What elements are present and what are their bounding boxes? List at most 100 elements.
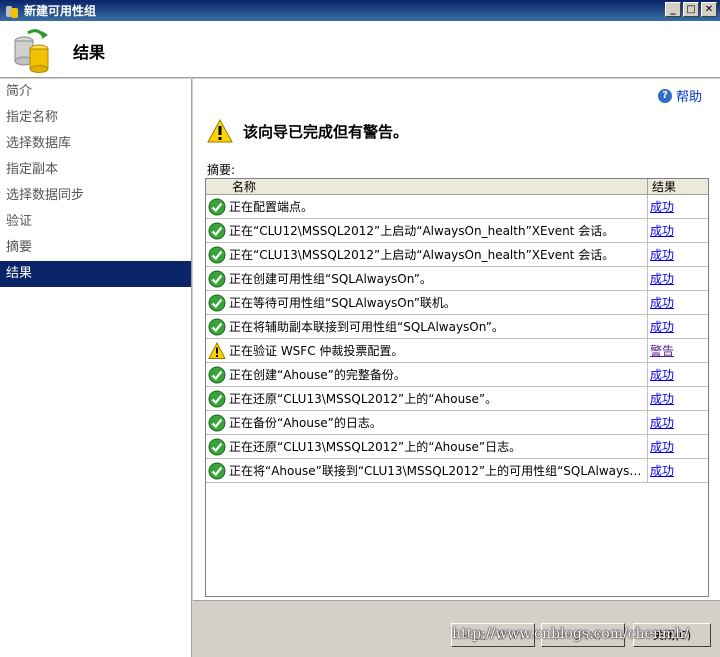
availability-group-icon (6, 5, 18, 18)
summary-label: 摘要: (207, 163, 236, 177)
row-text: 正在将辅助副本联接到可用性组“SQLAlwaysOn”。 (229, 320, 504, 334)
cell-name: 正在“CLU13\MSSQL2012”上启动“AlwaysOn_health”X… (206, 242, 648, 267)
database-sync-icon (14, 29, 49, 73)
cell-result: 成功 (648, 198, 708, 215)
main-panel: ? 帮助 该向导已完成但有警告。 摘要: 名称 结果 正在配置端点。 成功 正在“C… (193, 79, 720, 657)
nav-item-summary[interactable]: 摘要 (0, 235, 191, 261)
row-text: 正在还原“CLU13\MSSQL2012”上的“Ahouse”。 (229, 392, 498, 406)
row-text: 正在创建可用性组“SQLAlwaysOn”。 (229, 272, 432, 286)
nav-item-data-sync[interactable]: 选择数据同步 (0, 183, 191, 209)
warning-heading: 该向导已完成但有警告。 (243, 122, 409, 141)
page-title: 结果 (73, 43, 106, 62)
success-check-icon (206, 246, 229, 264)
row-text: 正在将“Ahouse”联接到“CLU13\MSSQL2012”上的可用性组“SQ… (229, 464, 647, 478)
result-link[interactable]: 成功 (650, 296, 674, 310)
success-check-icon (206, 414, 229, 432)
close-window-button[interactable]: ✕ (701, 2, 717, 17)
cell-name: 正在等待可用性组“SQLAlwaysOn”联机。 (206, 290, 648, 315)
minimize-button[interactable]: _ (665, 2, 681, 17)
column-header-result[interactable]: 结果 (648, 179, 708, 194)
cell-name: 正在将辅助副本联接到可用性组“SQLAlwaysOn”。 (206, 314, 648, 339)
cell-result: 成功 (648, 414, 708, 431)
nav-item-specify-replicas[interactable]: 指定副本 (0, 157, 191, 183)
row-text: 正在还原“CLU13\MSSQL2012”上的“Ahouse”日志。 (229, 440, 522, 454)
results-grid: 名称 结果 正在配置端点。 成功 正在“CLU12\MSSQL2012”上启动“Al… (205, 178, 709, 597)
result-link[interactable]: 成功 (650, 416, 674, 430)
row-text: 正在“CLU13\MSSQL2012”上启动“AlwaysOn_health”X… (229, 248, 615, 262)
success-check-icon (206, 462, 229, 480)
title-bar: 新建可用性组 _ □ ✕ (0, 0, 720, 21)
cell-name: 正在将“Ahouse”联接到“CLU13\MSSQL2012”上的可用性组“SQ… (206, 458, 648, 483)
warning-icon (206, 341, 229, 360)
watermark: http://www.cnblogs.com/chenmh/ (452, 626, 689, 642)
grid-header: 名称 结果 (206, 179, 708, 195)
result-link[interactable]: 成功 (650, 440, 674, 454)
cell-result: 成功 (648, 318, 708, 335)
help-icon: ? (657, 88, 672, 103)
cell-name: 正在还原“CLU13\MSSQL2012”上的“Ahouse”日志。 (206, 434, 648, 459)
success-check-icon (206, 198, 229, 216)
grid-body: 正在配置端点。 成功 正在“CLU12\MSSQL2012”上启动“AlwaysOn… (206, 194, 708, 483)
table-row[interactable]: 正在还原“CLU13\MSSQL2012”上的“Ahouse”。 成功 (206, 386, 708, 411)
cell-name: 正在“CLU12\MSSQL2012”上启动“AlwaysOn_health”X… (206, 218, 648, 243)
table-row[interactable]: 正在配置端点。 成功 (206, 194, 708, 219)
table-row[interactable]: 正在验证 WSFC 仲裁投票配置。 警告 (206, 338, 708, 363)
table-row[interactable]: 正在等待可用性组“SQLAlwaysOn”联机。 成功 (206, 290, 708, 315)
cell-result: 成功 (648, 438, 708, 455)
result-link[interactable]: 警告 (650, 344, 674, 358)
success-check-icon (206, 222, 229, 240)
result-link[interactable]: 成功 (650, 224, 674, 238)
cell-result: 成功 (648, 270, 708, 287)
result-link[interactable]: 成功 (650, 368, 674, 382)
nav-item-intro[interactable]: 简介 (0, 79, 191, 105)
result-link[interactable]: 成功 (650, 320, 674, 334)
table-row[interactable]: 正在创建可用性组“SQLAlwaysOn”。 成功 (206, 266, 708, 291)
cell-name: 正在还原“CLU13\MSSQL2012”上的“Ahouse”。 (206, 386, 648, 411)
window-title: 新建可用性组 (24, 4, 97, 18)
row-text: 正在“CLU12\MSSQL2012”上启动“AlwaysOn_health”X… (229, 224, 615, 238)
row-text: 正在备份“Ahouse”的日志。 (229, 416, 382, 430)
window-controls: _ □ ✕ (665, 2, 717, 17)
help-label: 帮助 (675, 90, 702, 105)
cell-name: 正在创建可用性组“SQLAlwaysOn”。 (206, 266, 648, 291)
cell-name: 正在验证 WSFC 仲裁投票配置。 (206, 338, 648, 363)
cell-result: 警告 (648, 342, 708, 359)
cell-result: 成功 (648, 390, 708, 407)
cell-result: 成功 (648, 366, 708, 383)
help-link[interactable]: ? 帮助 (657, 86, 702, 105)
warning-icon (207, 119, 233, 143)
cell-name: 正在备份“Ahouse”的日志。 (206, 410, 648, 435)
wizard-nav: 简介 指定名称 选择数据库 指定副本 选择数据同步 验证 摘要 结果 (0, 79, 192, 657)
success-check-icon (206, 390, 229, 408)
success-check-icon (206, 366, 229, 384)
table-row[interactable]: 正在将“Ahouse”联接到“CLU13\MSSQL2012”上的可用性组“SQ… (206, 458, 708, 483)
cell-result: 成功 (648, 294, 708, 311)
table-row[interactable]: 正在“CLU12\MSSQL2012”上启动“AlwaysOn_health”X… (206, 218, 708, 243)
maximize-button[interactable]: □ (683, 2, 699, 17)
result-link[interactable]: 成功 (650, 392, 674, 406)
cell-result: 成功 (648, 222, 708, 239)
result-link[interactable]: 成功 (650, 200, 674, 214)
page-header: 结果 (0, 21, 720, 78)
table-row[interactable]: 正在将辅助副本联接到可用性组“SQLAlwaysOn”。 成功 (206, 314, 708, 339)
nav-item-validation[interactable]: 验证 (0, 209, 191, 235)
table-row[interactable]: 正在“CLU13\MSSQL2012”上启动“AlwaysOn_health”X… (206, 242, 708, 267)
cell-result: 成功 (648, 462, 708, 479)
row-text: 正在创建“Ahouse”的完整备份。 (229, 368, 406, 382)
row-text: 正在等待可用性组“SQLAlwaysOn”联机。 (229, 296, 456, 310)
table-row[interactable]: 正在备份“Ahouse”的日志。 成功 (206, 410, 708, 435)
result-link[interactable]: 成功 (650, 248, 674, 262)
cell-name: 正在创建“Ahouse”的完整备份。 (206, 362, 648, 387)
row-text: 正在配置端点。 (229, 200, 314, 214)
table-row[interactable]: 正在创建“Ahouse”的完整备份。 成功 (206, 362, 708, 387)
nav-item-select-databases[interactable]: 选择数据库 (0, 131, 191, 157)
table-row[interactable]: 正在还原“CLU13\MSSQL2012”上的“Ahouse”日志。 成功 (206, 434, 708, 459)
column-header-name[interactable]: 名称 (206, 179, 648, 194)
nav-item-specify-name[interactable]: 指定名称 (0, 105, 191, 131)
result-link[interactable]: 成功 (650, 272, 674, 286)
nav-item-results[interactable]: 结果 (0, 261, 191, 287)
success-check-icon (206, 318, 229, 336)
completion-status: 该向导已完成但有警告。 (207, 119, 408, 143)
row-text: 正在验证 WSFC 仲裁投票配置。 (229, 344, 404, 358)
result-link[interactable]: 成功 (650, 464, 674, 478)
